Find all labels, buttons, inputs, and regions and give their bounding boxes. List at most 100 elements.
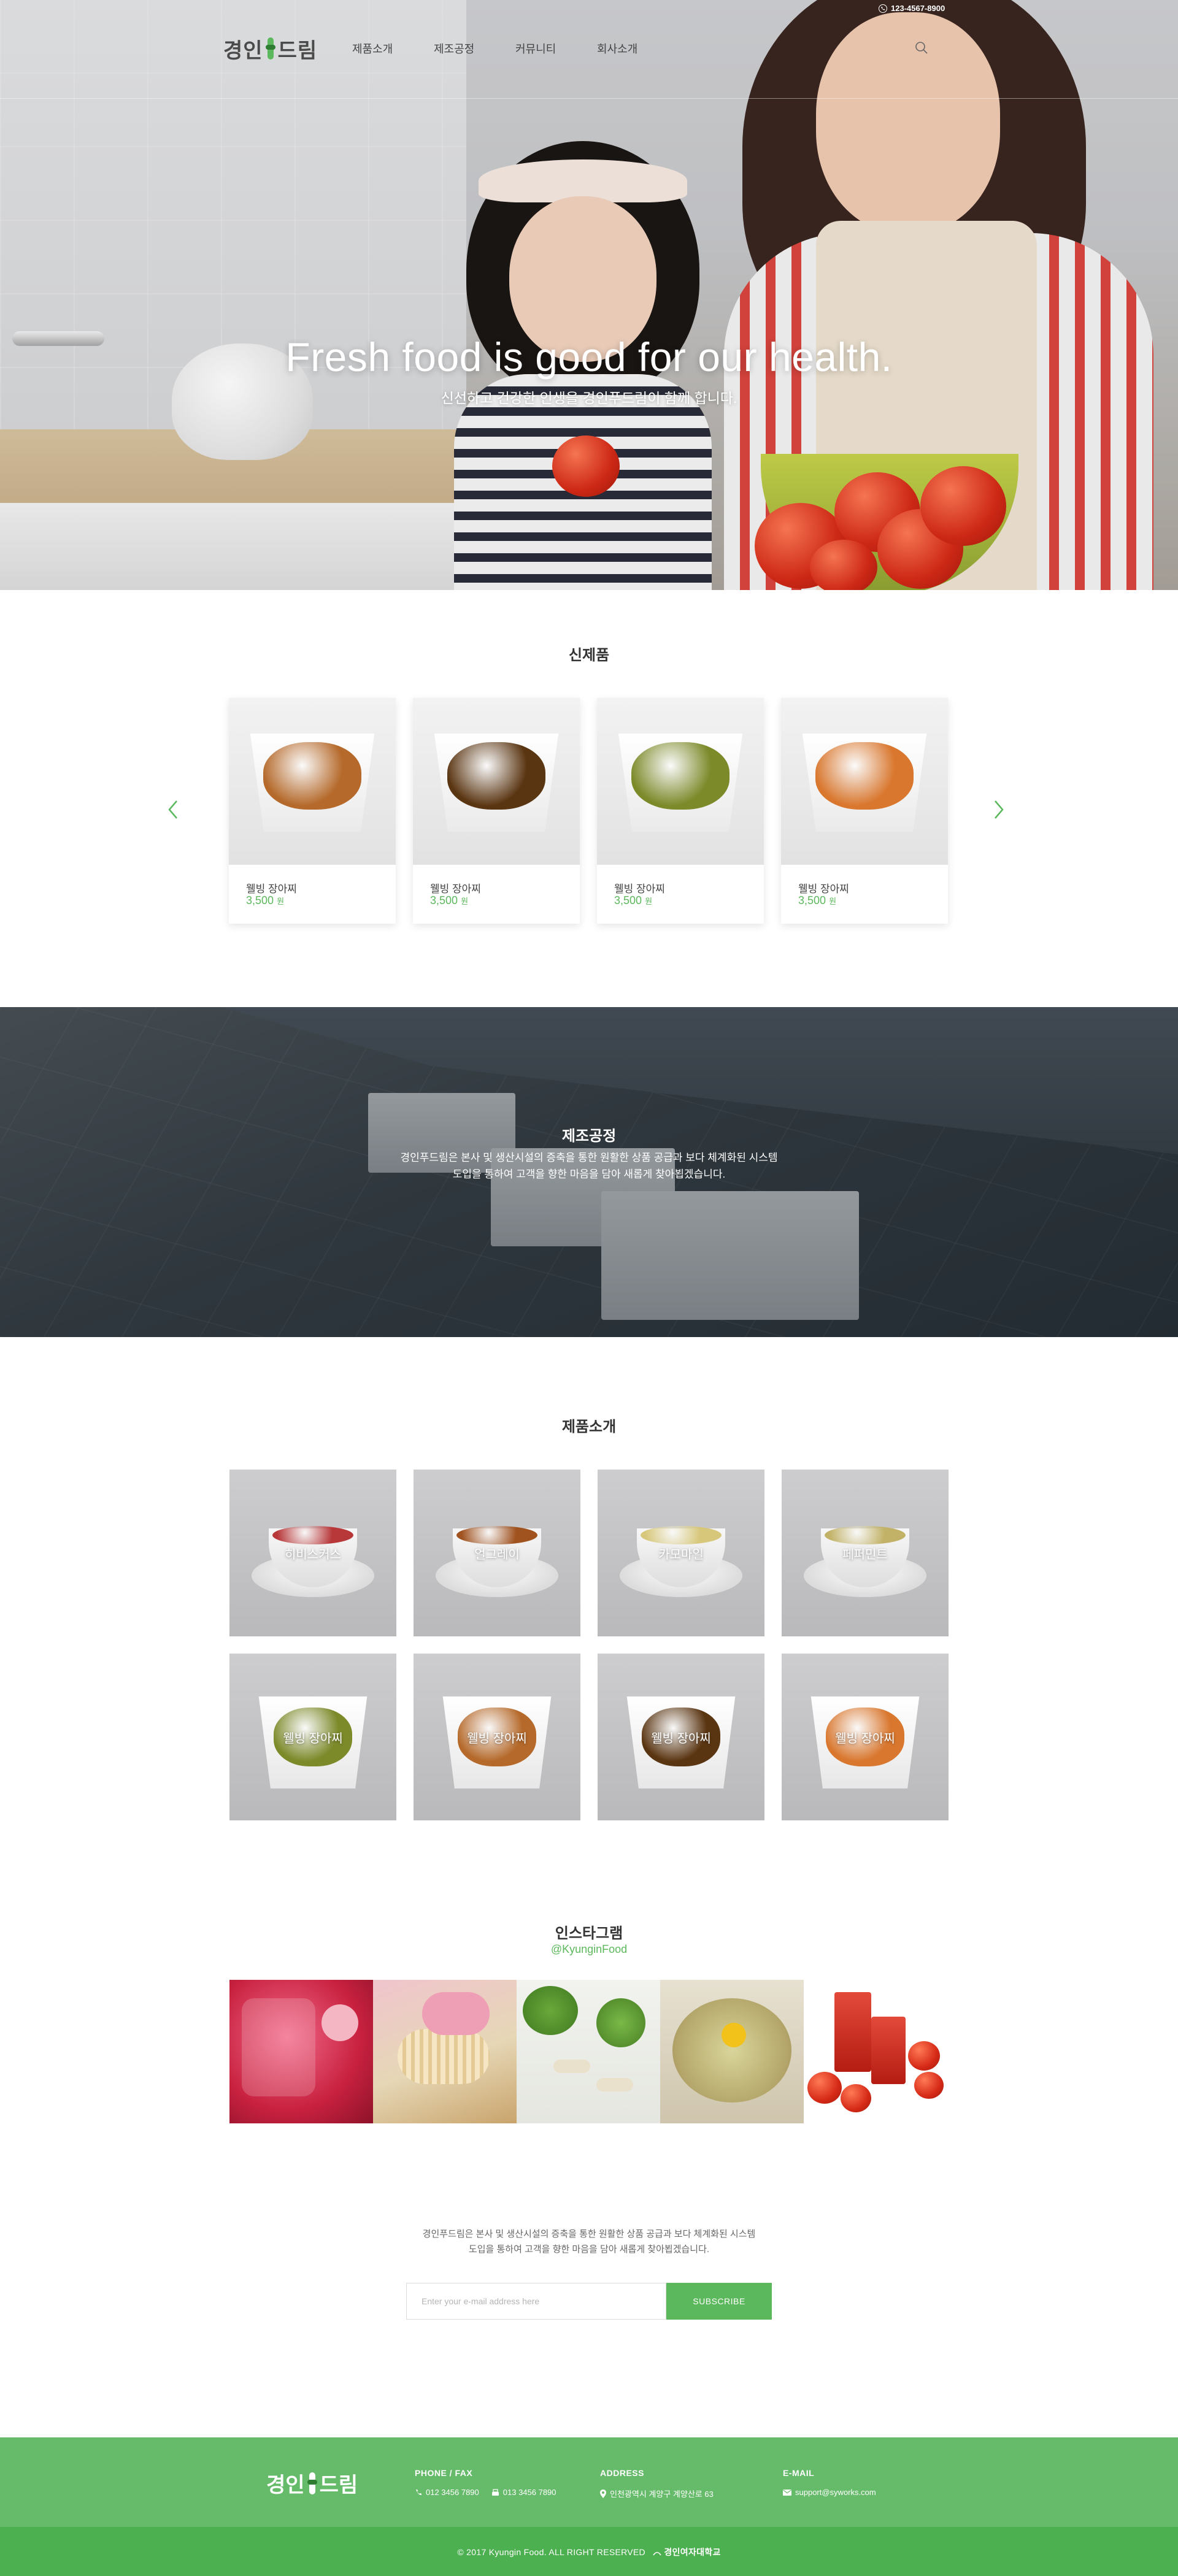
logo[interactable]: 경인 드림: [223, 34, 317, 63]
product-tile-label: 웰빙 장아찌: [467, 1732, 527, 1746]
product-tile-label: 얼그레이: [474, 1548, 520, 1562]
product-tile-label: 웰빙 장아찌: [651, 1732, 711, 1746]
school-logo: 경인여자대학교: [653, 2547, 720, 2557]
product-tile[interactable]: 카모마일: [598, 1470, 764, 1636]
product-tile-label: 페퍼민트: [842, 1548, 888, 1562]
product-price: 3,500 원: [430, 894, 469, 907]
pickle-food: [447, 742, 545, 810]
footer-logo[interactable]: 경인 드림: [266, 2468, 358, 2498]
footer-logo-text-right: 드림: [319, 2474, 358, 2497]
factory-title: 제조공정: [561, 1128, 617, 1144]
product-image: [597, 698, 764, 865]
nav-item-products[interactable]: 제품소개: [352, 40, 434, 56]
site-header: 경인 드림 제품소개 제조공정 커뮤니티 회사소개 123-4567-8900: [0, 0, 1178, 98]
instagram-title: 인스타그램: [555, 1925, 623, 1942]
footer-info-bar: [0, 2437, 1178, 2527]
footer-email-text: support@syworks.com: [795, 2488, 876, 2497]
logo-text-right: 드림: [277, 39, 318, 63]
carousel-next-button[interactable]: [989, 797, 1007, 822]
product-tile[interactable]: 히비스커스: [229, 1470, 396, 1636]
search-icon: [915, 42, 928, 54]
tea-liquid: [825, 1526, 906, 1544]
logo-text-left: 경인: [223, 39, 263, 63]
logo-mark-icon: [307, 2471, 317, 2496]
map-pin-icon: [600, 2489, 606, 2498]
footer-address-text: 인천광역시 계양구 계양산로 63: [610, 2490, 714, 2499]
product-tile-label: 히비스커스: [285, 1548, 341, 1562]
chevron-right-icon: [995, 800, 1004, 819]
footer-address-label: ADDRESS: [600, 2468, 644, 2478]
footer-logo-text-left: 경인: [266, 2474, 305, 2497]
pickle-food: [263, 742, 361, 810]
nav-item-community[interactable]: 커뮤니티: [515, 40, 597, 56]
product-tile[interactable]: 웰빙 장아찌: [229, 1654, 396, 1820]
phone-icon: [416, 2489, 422, 2495]
newsletter-description: 경인푸드림은 본사 및 생산시설의 증축을 통한 원활한 상품 공급과 보다 체…: [422, 2229, 756, 2255]
product-name: 웰빙 장아찌: [246, 883, 297, 895]
carousel-prev-button[interactable]: [164, 797, 183, 822]
product-name: 웰빙 장아찌: [798, 883, 849, 895]
footer-address: 인천광역시 계양구 계양산로 63: [600, 2488, 714, 2499]
products-title: 제품소개: [561, 1419, 617, 1435]
product-image: [413, 698, 580, 865]
product-price: 3,500 원: [614, 894, 653, 907]
product-tile-label: 웰빙 장아찌: [283, 1732, 343, 1746]
product-name: 웰빙 장아찌: [430, 883, 481, 895]
footer-email-label: E-MAIL: [783, 2468, 815, 2478]
logo-mark-icon: [265, 36, 275, 61]
instagram-photo[interactable]: [373, 1980, 517, 2123]
new-product-card[interactable]: 웰빙 장아찌 3,500 원: [229, 698, 396, 924]
tea-liquid: [641, 1526, 722, 1544]
footer-phone-fax: 012 3456 7890 013 3456 7890: [415, 2488, 556, 2497]
footer-fax: 013 3456 7890: [502, 2488, 556, 2497]
tea-liquid: [456, 1526, 537, 1544]
hero-subtitle: 신선하고 건강한 인생을 경인푸드림이 함께 합니다.: [441, 390, 737, 406]
new-products-title: 신제품: [568, 647, 610, 664]
product-price: 3,500 원: [798, 894, 837, 907]
instagram-photo[interactable]: [660, 1980, 804, 2123]
main-nav: 제품소개 제조공정 커뮤니티 회사소개: [352, 40, 679, 56]
footer-email[interactable]: support@syworks.com: [783, 2488, 876, 2497]
header-phone: 123-4567-8900: [879, 4, 945, 13]
instagram-photo[interactable]: [804, 1980, 947, 2123]
product-image: [229, 698, 396, 865]
new-product-card[interactable]: 웰빙 장아찌 3,500 원: [597, 698, 764, 924]
header-phone-number: 123-4567-8900: [891, 4, 945, 13]
mail-icon: [783, 2489, 791, 2496]
subscribe-button[interactable]: SUBSCRIBE: [666, 2283, 772, 2320]
pickle-food: [631, 742, 730, 810]
fax-icon: [491, 2488, 499, 2496]
nav-item-company[interactable]: 회사소개: [597, 40, 679, 56]
school-emblem-icon: [653, 2551, 661, 2556]
phone-icon: [879, 4, 887, 13]
instagram-handle[interactable]: @KyunginFood: [0, 1943, 1178, 1956]
product-tile[interactable]: 웰빙 장아찌: [598, 1654, 764, 1820]
nav-item-process[interactable]: 제조공정: [434, 40, 515, 56]
tea-liquid: [272, 1526, 353, 1544]
new-product-card[interactable]: 웰빙 장아찌 3,500 원: [781, 698, 948, 924]
product-name: 웰빙 장아찌: [614, 883, 665, 895]
copyright-text: © 2017 Kyungin Food. ALL RIGHT RESERVED: [457, 2547, 645, 2557]
footer-phone-fax-label: PHONE / FAX: [415, 2468, 473, 2478]
product-tile[interactable]: 얼그레이: [414, 1470, 580, 1636]
product-image: [781, 698, 948, 865]
footer-copyright: © 2017 Kyungin Food. ALL RIGHT RESERVED …: [0, 2546, 1178, 2558]
instagram-photo[interactable]: [229, 1980, 373, 2123]
factory-description: 경인푸드림은 본사 및 생산시설의 증축을 통한 원활한 상품 공급과 보다 체…: [400, 1152, 778, 1180]
product-tile[interactable]: 페퍼민트: [782, 1470, 949, 1636]
instagram-photo[interactable]: [517, 1980, 660, 2123]
hero-caption: Fresh food is good for our health. 신선하고 …: [0, 334, 1178, 407]
hero-title: Fresh food is good for our health.: [285, 334, 893, 380]
newsletter-email-input[interactable]: [406, 2283, 666, 2320]
footer-phone: 012 3456 7890: [426, 2488, 479, 2497]
product-tile[interactable]: 웰빙 장아찌: [782, 1654, 949, 1820]
new-product-card[interactable]: 웰빙 장아찌 3,500 원: [413, 698, 580, 924]
product-tile-label: 웰빙 장아찌: [835, 1732, 895, 1746]
chevron-left-icon: [168, 800, 177, 819]
product-tile-label: 카모마일: [658, 1548, 704, 1562]
product-price: 3,500 원: [246, 894, 285, 907]
pickle-food: [815, 742, 914, 810]
product-tile[interactable]: 웰빙 장아찌: [414, 1654, 580, 1820]
header-divider: [0, 98, 1178, 99]
search-button[interactable]: [914, 40, 929, 55]
